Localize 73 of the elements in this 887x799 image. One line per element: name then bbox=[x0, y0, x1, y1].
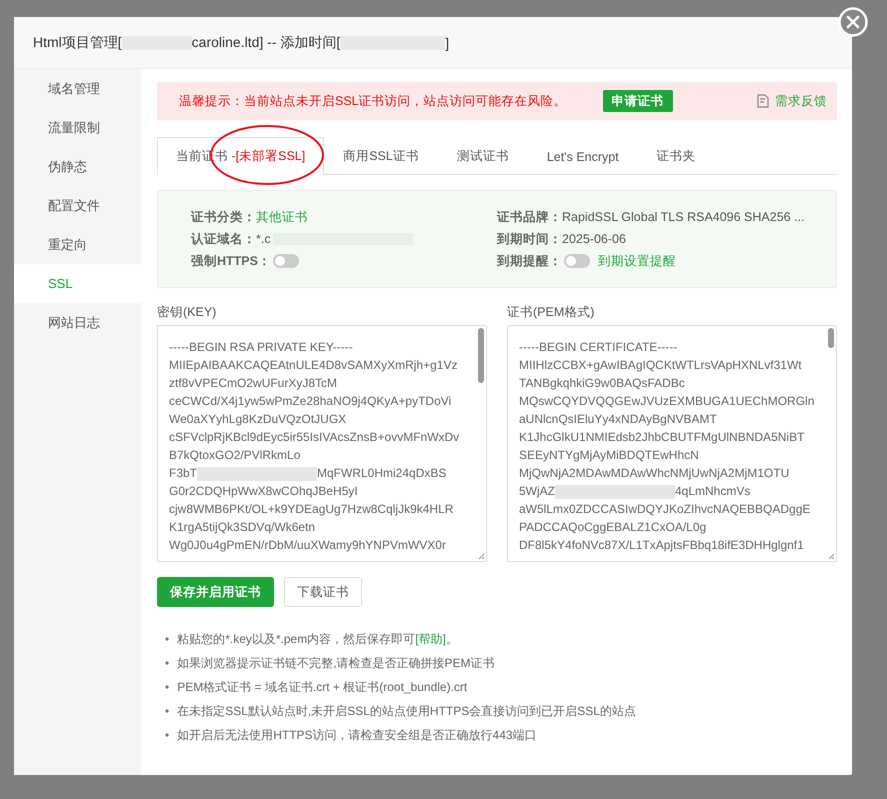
sidebar-item[interactable]: 配置文件 bbox=[14, 186, 141, 225]
text-line: MIIHlzCCBX+gAwIBAgIQCKtWTLrsVApHXNLvf31Wt bbox=[519, 357, 803, 374]
sidebar-item[interactable]: 网站日志 bbox=[14, 303, 141, 342]
tab[interactable]: 证书夹 bbox=[638, 137, 715, 175]
text-line: MQswCQYDVQQGEwJVUzEXMBUGA1UEChMORGln bbox=[519, 393, 816, 410]
field-label: 证书(PEM格式) bbox=[507, 304, 596, 320]
toggle-switch[interactable] bbox=[564, 254, 590, 268]
field-value: 其他证书 bbox=[256, 208, 308, 226]
field-value: *.c bbox=[256, 232, 271, 246]
download-button[interactable]: 下载证书 bbox=[284, 577, 362, 607]
bullet-marker: • bbox=[165, 655, 170, 671]
field-label: 强制HTTPS： bbox=[191, 252, 271, 270]
sidebar-item[interactable]: 伪静态 bbox=[14, 147, 141, 186]
text-line: K1rgA5tijQk3SDVq/Wk6etn bbox=[169, 519, 316, 536]
note-text: 在未指定SSL默认站点时,未开启SSL的站点使用HTTPS会直接访问到已开启SSL的站点 bbox=[177, 703, 636, 719]
text-line: TANBgkqhkiG9w0BAQsFADBc bbox=[519, 375, 686, 392]
warning-text: 温馨提示：当前站点未开启SSL证书访问，站点访问可能存在风险。 bbox=[179, 92, 567, 110]
text-line: aUNlcnQsIEluYy4xNDAyBgNVBAMT bbox=[519, 411, 718, 428]
sidebar-item[interactable]: 流量限制 bbox=[14, 108, 141, 147]
scrollbar-thumb[interactable] bbox=[478, 328, 484, 383]
text-line: DF8l5kY4foNVc87X/L1TxApjtsFBbq18ifE3DHHglgnf1 bbox=[519, 537, 805, 554]
note-text: 粘贴您的*.key以及*.pem内容，然后保存即可[帮助]。 bbox=[177, 631, 458, 647]
window-title: ] bbox=[445, 34, 450, 50]
text-fragment: 4qLmNhcmVs bbox=[675, 484, 750, 498]
text-line: PADCCAQoCggEBALZ1CxOA/L0g bbox=[519, 519, 708, 536]
window-title: Html项目管理[ bbox=[33, 34, 122, 52]
text-fragment: MqFWRL0Hmi24qDxBS bbox=[317, 466, 446, 480]
text-line: K1JhcGlkU1NMIEdsb2JhbCBUTFMgUlNBNDA5NiBT bbox=[519, 429, 806, 446]
text-line: G0r2CDQHpWwX8wCOhqJBeH5yI bbox=[169, 483, 359, 500]
field-label: 到期时间： bbox=[497, 230, 562, 248]
bullet-marker: • bbox=[165, 631, 170, 647]
window-title: caroline.ltd] -- 添加时间[ bbox=[192, 34, 340, 52]
text-line: ztf8vVPECmO2wUFurXyJ8TcM bbox=[169, 375, 338, 392]
text-line: ceCWCd/X4j1yw5wPmZe28haNO9j4QKyA+pyTDoVi bbox=[169, 393, 452, 410]
text-line: aW5lLmx0ZDCCASIwDQYJKoZIhvcNAQEBBQADggE bbox=[519, 501, 812, 518]
text-area[interactable] bbox=[157, 325, 487, 562]
close-icon[interactable] bbox=[838, 7, 868, 37]
text-line: SEEyNTYgMjAyMiBDQTEwHhcN bbox=[519, 447, 700, 464]
resize-grip-icon[interactable] bbox=[828, 553, 835, 560]
note-text: 如开启后无法使用HTTPS访问，请检查安全组是否正确放行443端口 bbox=[177, 727, 537, 743]
field-value: RapidSSL Global TLS RSA4096 SHA256 ... bbox=[562, 210, 805, 224]
sidebar-item[interactable]: 域名管理 bbox=[14, 69, 141, 108]
text-line: cSFVclpRjKBcl9dEyc5ir55IsIVAcsZnsB+ovvMFnWxDv bbox=[169, 429, 460, 446]
bullet-marker: • bbox=[165, 679, 170, 695]
text-line: B7kQtoxGO2/PVlRkmLo bbox=[169, 447, 302, 464]
sidebar-item[interactable]: 重定向 bbox=[14, 225, 141, 264]
text-fragment: 5WjAZ bbox=[519, 484, 555, 498]
text-fragment: F3bT bbox=[169, 466, 198, 480]
text-line: We0aXYyhLg8KzDuVQzOtJUGX bbox=[169, 411, 348, 428]
tab[interactable]: Let's Encrypt bbox=[528, 137, 638, 175]
field-label: 证书品牌： bbox=[497, 208, 562, 226]
tab[interactable]: 测试证书 bbox=[438, 137, 528, 175]
text-line: MjQwNjA2MDAwMDAwWhcNMjUwNjA2MjM1OTU bbox=[519, 465, 790, 482]
field-label: 密钥(KEY) bbox=[157, 304, 218, 320]
bullet-marker: • bbox=[165, 727, 170, 743]
text-line: MIIEpAIBAAKCAQEAtnULE4D8vSAMXyXmRjh+g1Vz bbox=[169, 357, 458, 374]
edit-note-icon bbox=[756, 94, 770, 108]
field-label: 认证域名： bbox=[191, 230, 256, 248]
text-line: -----BEGIN RSA PRIVATE KEY----- bbox=[169, 339, 354, 356]
tab[interactable]: 商用SSL证书 bbox=[324, 137, 438, 175]
field-label: 到期提醒： bbox=[497, 252, 562, 270]
text-line: cjw8WMB6PKt/OL+k9YDEagUg7Hzw8CqljJk9k4HLR bbox=[169, 501, 454, 518]
note-text: 如果浏览器提示证书链不完整,请检查是否正确拼接PEM证书 bbox=[177, 655, 495, 671]
field-value: 2025-06-06 bbox=[562, 232, 626, 246]
text-line: Wg0J0u4gPmEN/rDbM/uuXWamy9hYNPVmWVX0r bbox=[169, 537, 447, 554]
text-line: -----BEGIN CERTIFICATE----- bbox=[519, 339, 678, 356]
resize-grip-icon[interactable] bbox=[478, 553, 485, 560]
text-area[interactable] bbox=[507, 325, 837, 562]
scrollbar-thumb[interactable] bbox=[828, 328, 834, 348]
note-text: PEM格式证书 = 域名证书.crt + 根证书(root_bundle).crt bbox=[177, 679, 468, 695]
bullet-marker: • bbox=[165, 703, 170, 719]
field-label: 证书分类： bbox=[191, 208, 256, 226]
toggle-switch[interactable] bbox=[272, 254, 299, 268]
